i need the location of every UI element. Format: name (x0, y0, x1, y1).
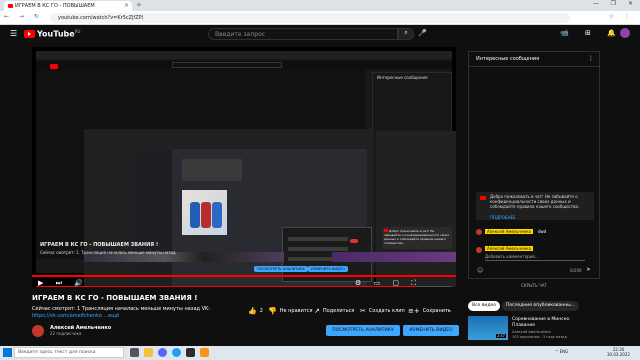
notice-link[interactable]: ПОДРОБНЕЕ (490, 215, 516, 220)
playlist-add-icon: ≡+ (408, 307, 420, 315)
browser-menu-icon[interactable]: ☆ ⋮ (609, 13, 634, 20)
dislike-label: Не нравится (279, 308, 313, 314)
notice-text: Добро пожаловать в чат! Не забывайте о к… (490, 194, 580, 209)
scissors-icon: ✂ (360, 307, 366, 315)
edit-video-button[interactable]: ИЗМЕНИТЬ ВИДЕО (403, 325, 459, 336)
hamburger-menu-icon[interactable]: ☰ (10, 29, 17, 38)
description-link[interactable]: https://vk.com/amelfchenko ...ещё (32, 313, 119, 319)
channel-avatar[interactable] (32, 325, 44, 337)
file-explorer-icon[interactable] (144, 348, 153, 357)
thumbs-down-icon: 👎 (268, 307, 277, 315)
window-controls[interactable]: — ❐ ✕ (593, 0, 638, 7)
new-tab-button[interactable]: + (136, 1, 142, 9)
inner-thumb (182, 159, 242, 181)
modal-toggle (350, 239, 358, 243)
share-button[interactable]: ↗ Поделиться (314, 307, 354, 315)
system-tray[interactable]: ⌃ ENG (555, 349, 568, 354)
description-line: Сейчас смотрят: 1 Трансляция началась ме… (32, 306, 210, 312)
chrome-icon[interactable] (172, 348, 181, 357)
inner-analytics-button: ПОСМОТРЕТЬ АНАЛИТИКУ (254, 266, 308, 272)
inner-search (172, 62, 282, 68)
inner-youtube-icon (384, 229, 388, 232)
inner-video-title: ИГРАЕМ В КС ГО - ПОВЫШАЕМ ЗВАНИЯ ! (40, 242, 159, 248)
inner-glitch-2 (332, 252, 456, 262)
dislike-button[interactable]: 👎 Не нравится (268, 307, 313, 315)
save-button[interactable]: ≡+ Сохранить (408, 307, 451, 315)
related-meta: 103 просмотра · 3 года назад (512, 335, 567, 339)
related-title[interactable]: Соревнование в Минске. Плавание (512, 317, 592, 329)
discord-icon[interactable] (158, 348, 167, 357)
duration-badge: 2:57 (496, 334, 506, 338)
chat-input-author: Алексей Амельченко (485, 246, 534, 251)
obs-icon[interactable] (186, 348, 195, 357)
inner-browser-bar (36, 51, 452, 59)
youtube-logo[interactable]: YouTubeRU (24, 29, 80, 39)
youtube-favicon-icon (8, 4, 13, 8)
play-controls-icon[interactable]: ▶ ⏭ 🔊 (38, 279, 88, 288)
modal-row (288, 247, 348, 251)
inner-video-desc: Сейчас смотрят: 1. Трансляция началась м… (40, 250, 176, 255)
video-player[interactable]: Интересные сообщения Добро пожаловать в … (32, 47, 456, 287)
url-input[interactable]: youtube.com/watch?v=Kr5cZjfZPl (50, 13, 570, 23)
inner-chat-message: Добро пожаловать в чат! Не забывайте о к… (382, 227, 452, 249)
chip-recent[interactable]: Последние опубликованны... (502, 301, 579, 311)
chip-all-videos[interactable]: Все видео (468, 301, 500, 311)
inner-chat-title: Интересные сообщения (377, 75, 428, 80)
youtube-play-icon (24, 29, 35, 38)
logo-country: RU (74, 29, 81, 34)
thumbs-up-icon: 👍 (248, 307, 257, 315)
youtube-icon (480, 196, 486, 200)
live-chat-panel (468, 51, 600, 279)
share-label: Поделиться (322, 308, 355, 314)
subscriber-count: 22 подписчика (50, 331, 82, 336)
logo-text: YouTube (37, 29, 75, 39)
search-icon[interactable]: ⌕ (398, 28, 414, 40)
inner-chat-2 (376, 131, 456, 287)
send-icon[interactable]: ➤ (586, 266, 591, 273)
avatar (476, 229, 482, 235)
analytics-button[interactable]: ПОСМОТРЕТЬ АНАЛИТИКУ (326, 325, 400, 336)
player-settings-icon[interactable]: ⚙ ▭ ▢ ⛶ (355, 279, 421, 288)
chat-author[interactable]: Алексей Амельченко (485, 229, 534, 234)
char-count: 0/200 (570, 268, 582, 273)
avatar (476, 247, 482, 253)
inner-image (182, 190, 227, 235)
clock-date: 30.03.2022 (607, 352, 630, 357)
hide-chat-button[interactable]: СКРЫТЬ ЧАТ (468, 283, 600, 288)
like-count: 2 (259, 308, 263, 314)
like-button[interactable]: 👍 2 (248, 307, 263, 315)
tab-close-icon[interactable]: × (124, 2, 636, 9)
task-view-icon[interactable] (130, 348, 139, 357)
clip-button[interactable]: ✂ Создать клип (360, 307, 405, 315)
chat-title[interactable]: Интересные сообщения (476, 56, 539, 62)
progress-bar[interactable] (32, 275, 456, 277)
chat-input[interactable]: Добавить комментарий... (485, 254, 585, 261)
search-input[interactable]: Введите запрос (208, 28, 398, 40)
more-options-icon[interactable]: ⋮ (588, 55, 594, 62)
browser-tab[interactable]: ИГРАЕМ В КС ГО - ПОВЫШАЕМ (4, 1, 132, 11)
emoji-icon[interactable]: ☺ (477, 267, 483, 274)
microphone-icon[interactable]: 🎤 (418, 29, 427, 37)
more-actions-button[interactable]: ... (446, 307, 451, 313)
header-actions-icon[interactable]: 📹 ⊞ 🔔 (560, 29, 623, 37)
chat-message: dwd (538, 229, 547, 234)
share-icon: ↗ (314, 307, 320, 315)
inner-chat-text: Добро пожаловать в чат! Не забывайте о к… (384, 229, 450, 245)
nav-buttons-icon[interactable]: ← → ↻ (4, 13, 43, 20)
page-title: ИГРАЕМ В КС ГО - ПОВЫШАЕМ ЗВАНИЯ ! (32, 294, 198, 302)
taskbar-search-input[interactable]: Введите здесь текст для поиска (14, 347, 124, 358)
app-icon[interactable] (200, 348, 209, 357)
clip-label: Создать клип (368, 308, 405, 314)
related-channel: Алексей Амельченко (512, 330, 551, 334)
clock[interactable]: 22:30 30.03.2022 (607, 347, 630, 357)
inner-edit-button: ИЗМЕНИТЬ ВИДЕО (308, 266, 348, 272)
windows-start-icon[interactable] (3, 348, 12, 357)
avatar[interactable] (620, 28, 630, 38)
modal-row (288, 237, 348, 241)
inner-discord-sidebar (132, 149, 172, 287)
tab-title: ИГРАЕМ В КС ГО - ПОВЫШАЕМ (15, 3, 95, 9)
